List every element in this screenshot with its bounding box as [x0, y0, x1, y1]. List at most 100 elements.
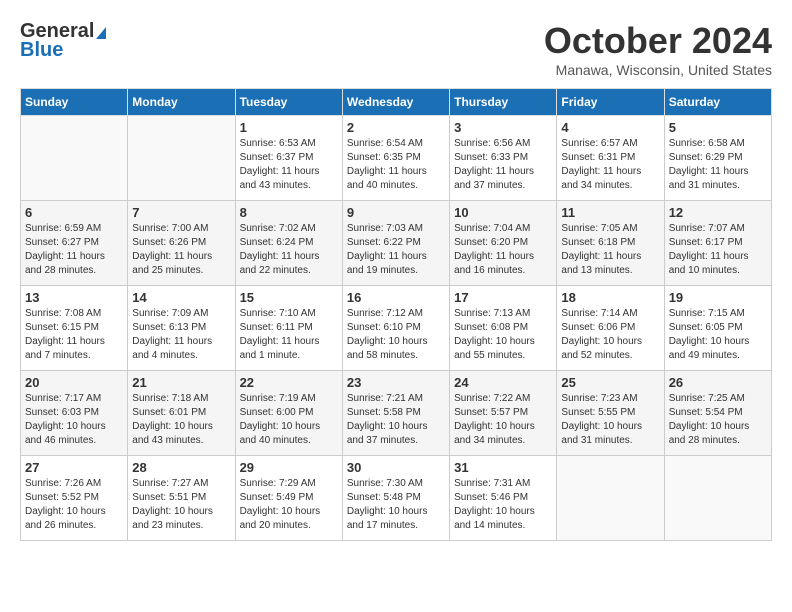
cell-info: Sunrise: 7:00 AMSunset: 6:26 PMDaylight:…: [132, 222, 230, 278]
calendar-cell: 9Sunrise: 7:03 AMSunset: 6:22 PMDaylight…: [342, 201, 449, 286]
calendar-cell: 14 Sunrise: 7:09 AMSunset: 6:13 PMDayligh…: [128, 286, 235, 371]
calendar-cell: 18 Sunrise: 7:14 AMSunset: 6:06 PMDayligh…: [557, 286, 664, 371]
calendar-cell: 4 Sunrise: 6:57 AMSunset: 6:31 PMDaylight…: [557, 116, 664, 201]
calendar-cell: [664, 456, 771, 541]
month-title: October 2024: [544, 20, 772, 62]
cell-info: Sunrise: 7:18 AMSunset: 6:01 PMDaylight:…: [132, 392, 230, 448]
calendar-cell: 11 Sunrise: 7:05 AMSunset: 6:18 PMDayligh…: [557, 201, 664, 286]
calendar-cell: 20 Sunrise: 7:17 AMSunset: 6:03 PMDayligh…: [21, 371, 128, 456]
title-area: October 2024 Manawa, Wisconsin, United S…: [544, 20, 772, 78]
day-number: 12: [669, 205, 767, 220]
calendar-cell: 2 Sunrise: 6:54 AMSunset: 6:35 PMDaylight…: [342, 116, 449, 201]
cell-info: Sunrise: 7:04 AMSunset: 6:20 PMDaylight:…: [454, 222, 552, 278]
day-number: 16: [347, 290, 445, 305]
weekday-header: Wednesday: [342, 89, 449, 116]
cell-info: Sunrise: 6:53 AMSunset: 6:37 PMDaylight:…: [240, 137, 338, 193]
cell-info: Sunrise: 7:27 AMSunset: 5:51 PMDaylight:…: [132, 477, 230, 533]
calendar-cell: 7 Sunrise: 7:00 AMSunset: 6:26 PMDaylight…: [128, 201, 235, 286]
day-number: 18: [561, 290, 659, 305]
weekday-header: Friday: [557, 89, 664, 116]
weekday-header: Monday: [128, 89, 235, 116]
day-number: 23: [347, 375, 445, 390]
cell-info: Sunrise: 6:59 AMSunset: 6:27 PMDaylight:…: [25, 222, 123, 278]
day-number: 11: [561, 205, 659, 220]
calendar-cell: 6 Sunrise: 6:59 AMSunset: 6:27 PMDaylight…: [21, 201, 128, 286]
day-number: 14: [132, 290, 230, 305]
weekday-header: Tuesday: [235, 89, 342, 116]
calendar-cell: 25Sunrise: 7:23 AMSunset: 5:55 PMDayligh…: [557, 371, 664, 456]
cell-info: Sunrise: 7:08 AMSunset: 6:15 PMDaylight:…: [25, 307, 123, 363]
day-number: 20: [25, 375, 123, 390]
calendar-cell: 12Sunrise: 7:07 AMSunset: 6:17 PMDayligh…: [664, 201, 771, 286]
cell-info: Sunrise: 7:30 AMSunset: 5:48 PMDaylight:…: [347, 477, 445, 533]
weekday-header-row: SundayMondayTuesdayWednesdayThursdayFrid…: [21, 89, 772, 116]
cell-info: Sunrise: 7:15 AMSunset: 6:05 PMDaylight:…: [669, 307, 767, 363]
day-number: 10: [454, 205, 552, 220]
page-header: General Blue October 2024 Manawa, Wiscon…: [20, 20, 772, 78]
calendar-cell: 29 Sunrise: 7:29 AMSunset: 5:49 PMDayligh…: [235, 456, 342, 541]
cell-info: Sunrise: 7:21 AMSunset: 5:58 PMDaylight:…: [347, 392, 445, 448]
weekday-header: Thursday: [450, 89, 557, 116]
calendar-cell: 5 Sunrise: 6:58 AMSunset: 6:29 PMDaylight…: [664, 116, 771, 201]
cell-info: Sunrise: 6:54 AMSunset: 6:35 PMDaylight:…: [347, 137, 445, 193]
calendar-cell: 13 Sunrise: 7:08 AMSunset: 6:15 PMDayligh…: [21, 286, 128, 371]
calendar-cell: 8Sunrise: 7:02 AMSunset: 6:24 PMDaylight…: [235, 201, 342, 286]
day-number: 24: [454, 375, 552, 390]
cell-info: Sunrise: 6:57 AMSunset: 6:31 PMDaylight:…: [561, 137, 659, 193]
calendar-cell: [21, 116, 128, 201]
day-number: 29: [240, 460, 338, 475]
calendar-cell: 22Sunrise: 7:19 AMSunset: 6:00 PMDayligh…: [235, 371, 342, 456]
cell-info: Sunrise: 7:10 AMSunset: 6:11 PMDaylight:…: [240, 307, 338, 363]
calendar-week-row: 27 Sunrise: 7:26 AMSunset: 5:52 PMDayligh…: [21, 456, 772, 541]
day-number: 17: [454, 290, 552, 305]
day-number: 28: [132, 460, 230, 475]
calendar-cell: 1 Sunrise: 6:53 AMSunset: 6:37 PMDaylight…: [235, 116, 342, 201]
day-number: 7: [132, 205, 230, 220]
day-number: 27: [25, 460, 123, 475]
calendar-cell: 30 Sunrise: 7:30 AMSunset: 5:48 PMDayligh…: [342, 456, 449, 541]
day-number: 6: [25, 205, 123, 220]
calendar-cell: 27 Sunrise: 7:26 AMSunset: 5:52 PMDayligh…: [21, 456, 128, 541]
cell-info: Sunrise: 7:25 AMSunset: 5:54 PMDaylight:…: [669, 392, 767, 448]
calendar-cell: 24Sunrise: 7:22 AMSunset: 5:57 PMDayligh…: [450, 371, 557, 456]
cell-info: Sunrise: 7:23 AMSunset: 5:55 PMDaylight:…: [561, 392, 659, 448]
day-number: 31: [454, 460, 552, 475]
cell-info: Sunrise: 7:26 AMSunset: 5:52 PMDaylight:…: [25, 477, 123, 533]
cell-info: Sunrise: 7:05 AMSunset: 6:18 PMDaylight:…: [561, 222, 659, 278]
calendar-cell: 16Sunrise: 7:12 AMSunset: 6:10 PMDayligh…: [342, 286, 449, 371]
calendar-cell: [557, 456, 664, 541]
calendar-week-row: 13 Sunrise: 7:08 AMSunset: 6:15 PMDayligh…: [21, 286, 772, 371]
day-number: 1: [240, 120, 338, 135]
day-number: 5: [669, 120, 767, 135]
logo-triangle: [96, 27, 106, 39]
day-number: 13: [25, 290, 123, 305]
calendar: SundayMondayTuesdayWednesdayThursdayFrid…: [20, 88, 772, 541]
calendar-cell: 15 Sunrise: 7:10 AMSunset: 6:11 PMDayligh…: [235, 286, 342, 371]
logo-blue-text: Blue: [20, 39, 63, 62]
cell-info: Sunrise: 7:29 AMSunset: 5:49 PMDaylight:…: [240, 477, 338, 533]
cell-info: Sunrise: 7:19 AMSunset: 6:00 PMDaylight:…: [240, 392, 338, 448]
day-number: 30: [347, 460, 445, 475]
calendar-week-row: 6 Sunrise: 6:59 AMSunset: 6:27 PMDaylight…: [21, 201, 772, 286]
day-number: 2: [347, 120, 445, 135]
weekday-header: Saturday: [664, 89, 771, 116]
cell-info: Sunrise: 7:13 AMSunset: 6:08 PMDaylight:…: [454, 307, 552, 363]
calendar-week-row: 1 Sunrise: 6:53 AMSunset: 6:37 PMDaylight…: [21, 116, 772, 201]
calendar-cell: 10 Sunrise: 7:04 AMSunset: 6:20 PMDayligh…: [450, 201, 557, 286]
cell-info: Sunrise: 7:03 AMSunset: 6:22 PMDaylight:…: [347, 222, 445, 278]
cell-info: Sunrise: 7:17 AMSunset: 6:03 PMDaylight:…: [25, 392, 123, 448]
cell-info: Sunrise: 7:14 AMSunset: 6:06 PMDaylight:…: [561, 307, 659, 363]
cell-info: Sunrise: 7:09 AMSunset: 6:13 PMDaylight:…: [132, 307, 230, 363]
calendar-cell: 21Sunrise: 7:18 AMSunset: 6:01 PMDayligh…: [128, 371, 235, 456]
location: Manawa, Wisconsin, United States: [544, 62, 772, 78]
logo: General Blue: [20, 20, 106, 62]
day-number: 4: [561, 120, 659, 135]
cell-info: Sunrise: 7:31 AMSunset: 5:46 PMDaylight:…: [454, 477, 552, 533]
day-number: 8: [240, 205, 338, 220]
cell-info: Sunrise: 6:58 AMSunset: 6:29 PMDaylight:…: [669, 137, 767, 193]
calendar-cell: 3Sunrise: 6:56 AMSunset: 6:33 PMDaylight…: [450, 116, 557, 201]
calendar-cell: 28 Sunrise: 7:27 AMSunset: 5:51 PMDayligh…: [128, 456, 235, 541]
day-number: 15: [240, 290, 338, 305]
calendar-week-row: 20 Sunrise: 7:17 AMSunset: 6:03 PMDayligh…: [21, 371, 772, 456]
weekday-header: Sunday: [21, 89, 128, 116]
